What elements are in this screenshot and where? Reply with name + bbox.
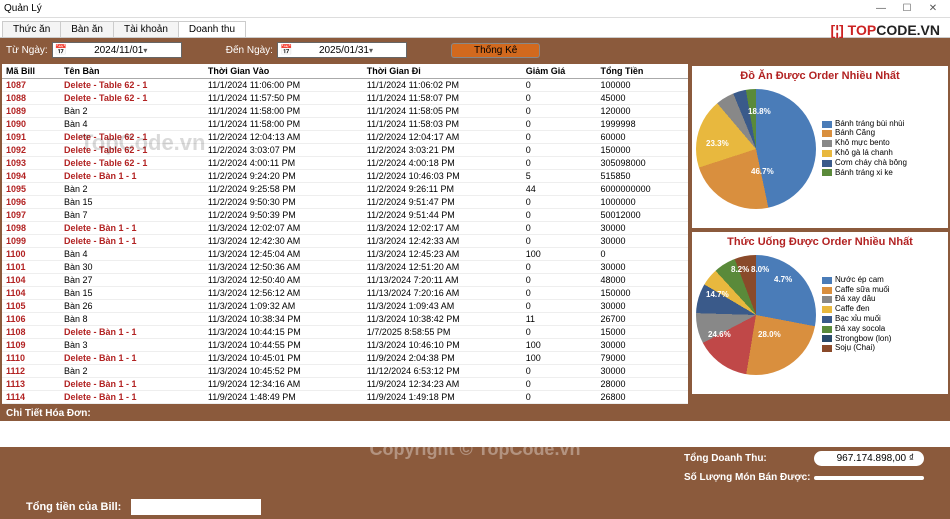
table-row[interactable]: 1109Bàn 311/3/2024 10:44:55 PM11/3/2024 … <box>2 339 688 352</box>
to-date-label: Đến Ngày: <box>226 45 273 56</box>
drink-chart-title: Thức Uống Được Order Nhiều Nhất <box>696 236 944 248</box>
legend-item: Sojụ (Chai) <box>822 344 944 353</box>
tab-tài-khoản[interactable]: Tài khoản <box>113 21 179 37</box>
table-row[interactable]: 1104Bàn 1511/3/2024 12:56:12 AM11/13/202… <box>2 287 688 300</box>
date-filter-bar: Từ Ngày: 📅 2024/11/01 ▾ Đến Ngày: 📅 2025… <box>0 38 950 62</box>
table-row[interactable]: 1092Delete - Table 62 - 111/2/2024 3:03:… <box>2 144 688 157</box>
legend-item: Strongbow (lon) <box>822 335 944 344</box>
table-row[interactable]: 1105Bàn 2611/3/2024 1:09:32 AM11/3/2024 … <box>2 300 688 313</box>
table-row[interactable]: 1101Bàn 3011/3/2024 12:50:36 AM11/3/2024… <box>2 261 688 274</box>
food-pie: 46.7%23.3%18.8% <box>696 89 816 209</box>
drink-chart: Thức Uống Được Order Nhiều Nhất 28.0%24.… <box>692 232 948 394</box>
legend-item: Cơm cháy chà bông <box>822 159 944 168</box>
bill-total-row: Tổng tiền của Bill: <box>6 499 674 515</box>
legend-item: Caffe đen <box>822 305 944 314</box>
column-header[interactable]: Tổng Tiền <box>597 64 688 79</box>
legend-item: Bánh Căng <box>822 129 944 138</box>
table-row[interactable]: 1113Delete - Bàn 1 - 111/9/2024 12:34:16… <box>2 378 688 391</box>
bill-table-panel: Mã BillTên BànThời Gian VàoThời Gian ĐiG… <box>0 62 690 406</box>
table-row[interactable]: 1089Bàn 211/1/2024 11:58:00 PM11/1/2024 … <box>2 105 688 118</box>
legend-item: Nước ép cam <box>822 276 944 285</box>
calendar-icon: 📅 <box>55 45 90 56</box>
column-header[interactable]: Tên Bàn <box>60 64 204 79</box>
maximize-button[interactable]: ☐ <box>894 3 920 14</box>
statistics-button[interactable]: Thống Kê <box>451 43 540 58</box>
table-row[interactable]: 1087Delete - Table 62 - 111/1/2024 11:06… <box>2 79 688 92</box>
table-row[interactable]: 1097Bàn 711/2/2024 9:50:39 PM11/2/2024 9… <box>2 209 688 222</box>
drink-legend: Nước ép camCaffe sữa muốiĐá xay dâuCaffe… <box>816 276 944 354</box>
revenue-label: Tổng Doanh Thu: <box>684 453 814 464</box>
from-date-input[interactable]: 📅 2024/11/01 ▾ <box>52 42 182 58</box>
column-header[interactable]: Giảm Giá <box>522 64 597 79</box>
count-value <box>814 476 924 480</box>
legend-item: Caffe sữa muối <box>822 286 944 295</box>
app-title: Quản Lý <box>4 3 868 14</box>
table-row[interactable]: 1115Delete - Bàn 1 - 111/9/2024 1:49:21 … <box>2 404 688 405</box>
table-row[interactable]: 1100Bàn 411/3/2024 12:45:04 AM11/3/2024 … <box>2 248 688 261</box>
food-chart-title: Đồ Ăn Được Order Nhiều Nhất <box>696 70 944 82</box>
table-row[interactable]: 1112Bàn 211/3/2024 10:45:52 PM11/12/2024… <box>2 365 688 378</box>
column-header[interactable]: Mã Bill <box>2 64 60 79</box>
table-row[interactable]: 1106Bàn 811/3/2024 10:38:34 PM11/3/2024 … <box>2 313 688 326</box>
table-row[interactable]: 1095Bàn 211/2/2024 9:25:58 PM11/2/2024 9… <box>2 183 688 196</box>
legend-item: Khô gà lá chanh <box>822 149 944 158</box>
table-row[interactable]: 1099Delete - Bàn 1 - 111/3/2024 12:42:30… <box>2 235 688 248</box>
table-row[interactable]: 1088Delete - Table 62 - 111/1/2024 11:57… <box>2 92 688 105</box>
food-chart: Đồ Ăn Được Order Nhiều Nhất 46.7%23.3%18… <box>692 66 948 228</box>
tab-bàn-ăn[interactable]: Bàn ăn <box>60 21 114 37</box>
revenue-value: 967.174.898,00 ₫ <box>814 451 924 466</box>
table-row[interactable]: 1096Bàn 1511/2/2024 9:50:30 PM11/2/2024 … <box>2 196 688 209</box>
table-row[interactable]: 1108Delete - Bàn 1 - 111/3/2024 10:44:15… <box>2 326 688 339</box>
legend-item: Đá xay dâu <box>822 295 944 304</box>
chevron-down-icon: ▾ <box>143 46 178 55</box>
minimize-button[interactable]: — <box>868 3 894 14</box>
table-row[interactable]: 1114Delete - Bàn 1 - 111/9/2024 1:48:49 … <box>2 391 688 404</box>
close-button[interactable]: ✕ <box>920 3 946 14</box>
table-row[interactable]: 1094Delete - Bàn 1 - 111/2/2024 9:24:20 … <box>2 170 688 183</box>
drink-pie: 28.0%24.6%14.7%8.2%8.0%4.7% <box>696 255 816 375</box>
bill-total-label: Tổng tiền của Bill: <box>26 501 121 513</box>
detail-header: Chi Tiết Hóa Đơn: <box>0 406 950 421</box>
from-date-label: Từ Ngày: <box>6 45 48 56</box>
bill-table-scroll[interactable]: Mã BillTên BànThời Gian VàoThời Gian ĐiG… <box>2 64 688 404</box>
food-legend: Bánh tráng bùi nhùiBánh CăngKhô mực bent… <box>816 120 944 179</box>
table-row[interactable]: 1093Delete - Table 62 - 111/2/2024 4:00:… <box>2 157 688 170</box>
table-row[interactable]: 1091Delete - Table 62 - 111/2/2024 12:04… <box>2 131 688 144</box>
table-row[interactable]: 1098Delete - Bàn 1 - 111/3/2024 12:02:07… <box>2 222 688 235</box>
tab-thức-ăn[interactable]: Thức ăn <box>2 21 61 37</box>
summary-bar: Tổng tiền của Bill: Tổng Doanh Thu: 967.… <box>0 447 950 519</box>
tab-doanh-thu[interactable]: Doanh thu <box>178 21 246 37</box>
column-header[interactable]: Thời Gian Vào <box>204 64 363 79</box>
legend-item: Khô mực bento <box>822 139 944 148</box>
table-row[interactable]: 1104Bàn 2711/3/2024 12:50:40 AM11/13/202… <box>2 274 688 287</box>
tab-bar: Thức ănBàn ănTài khoảnDoanh thu <box>0 18 950 38</box>
legend-item: Bánh tráng xi ke <box>822 169 944 178</box>
detail-section: Chi Tiết Hóa Đơn: <box>0 406 950 447</box>
detail-list[interactable] <box>0 421 950 447</box>
table-row[interactable]: 1110Delete - Bàn 1 - 111/3/2024 10:45:01… <box>2 352 688 365</box>
column-header[interactable]: Thời Gian Đi <box>363 64 522 79</box>
calendar-icon: 📅 <box>280 45 315 56</box>
chevron-down-icon: ▾ <box>369 46 404 55</box>
count-label: Số Lượng Món Bán Được: <box>684 472 814 483</box>
titlebar: Quản Lý — ☐ ✕ <box>0 0 950 18</box>
legend-item: Bạc xỉu muối <box>822 315 944 324</box>
charts-panel: Đồ Ăn Được Order Nhiều Nhất 46.7%23.3%18… <box>690 62 950 406</box>
table-row[interactable]: 1090Bàn 411/1/2024 11:58:00 PM11/1/2024 … <box>2 118 688 131</box>
to-date-input[interactable]: 📅 2025/01/31 ▾ <box>277 42 407 58</box>
bill-total-value <box>131 499 261 515</box>
legend-item: Bánh tráng bùi nhùi <box>822 120 944 129</box>
bill-table: Mã BillTên BànThời Gian VàoThời Gian ĐiG… <box>2 64 688 404</box>
legend-item: Đá xay socola <box>822 325 944 334</box>
